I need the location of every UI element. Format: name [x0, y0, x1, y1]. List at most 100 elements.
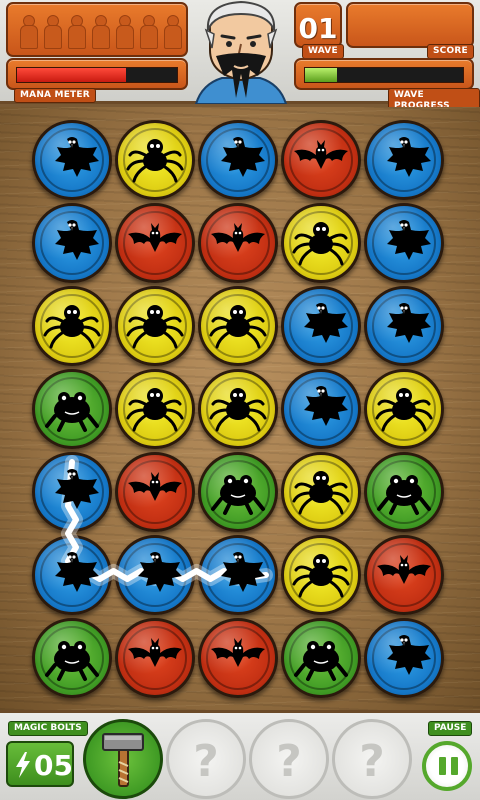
question-mark-icon: ?	[359, 736, 385, 787]
spider-icon	[126, 305, 184, 349]
frog-icon	[294, 641, 348, 681]
blue-crow-orb[interactable]	[32, 120, 112, 200]
frog-icon	[211, 475, 265, 515]
blue-crow-orb[interactable]	[281, 369, 361, 449]
blue-crow-orb[interactable]	[364, 286, 444, 366]
mana-meter	[6, 58, 188, 90]
magic-bolts-counter[interactable]: 05	[6, 741, 74, 787]
life-token-icon	[140, 15, 158, 49]
bat-icon	[377, 555, 431, 584]
frog-icon	[45, 392, 99, 432]
spider-icon	[126, 388, 184, 432]
hammer-powerup-button[interactable]	[83, 719, 163, 799]
hud: MANA METER 01 WAVE SCORE WAVE PROGRESS	[0, 0, 480, 114]
red-bat-orb[interactable]	[115, 452, 195, 532]
life-token-icon	[68, 15, 86, 49]
hammer-icon	[102, 733, 144, 787]
blue-crow-orb[interactable]	[364, 120, 444, 200]
spider-icon	[292, 554, 350, 598]
crow-icon	[55, 220, 99, 260]
locked-powerup-slot-2[interactable]: ?	[249, 719, 329, 799]
green-frog-orb[interactable]	[32, 369, 112, 449]
life-token-icon	[92, 15, 110, 49]
pause-button[interactable]	[422, 741, 472, 791]
life-token-icon	[164, 15, 182, 49]
magic-bolts-label: MAGIC BOLTS	[8, 721, 88, 736]
footer-toolbar: MAGIC BOLTS 05 ? ? ? PAUSE	[0, 710, 480, 800]
green-frog-orb[interactable]	[281, 618, 361, 698]
question-mark-icon: ?	[193, 736, 219, 787]
green-frog-orb[interactable]	[32, 618, 112, 698]
yellow-spider-orb[interactable]	[115, 286, 195, 366]
score-label: SCORE	[427, 44, 474, 59]
crow-icon	[304, 303, 348, 343]
blue-crow-orb[interactable]	[281, 286, 361, 366]
crow-icon	[55, 552, 99, 592]
crow-icon	[387, 220, 431, 260]
bat-icon	[294, 140, 348, 169]
mana-meter-label: MANA METER	[14, 88, 96, 103]
wave-counter: 01	[294, 2, 342, 48]
yellow-spider-orb[interactable]	[198, 286, 278, 366]
question-mark-icon: ?	[276, 736, 302, 787]
yellow-spider-orb[interactable]	[198, 369, 278, 449]
yellow-spider-orb[interactable]	[281, 452, 361, 532]
locked-powerup-slot-1[interactable]: ?	[166, 719, 246, 799]
magic-bolts-count: 05	[34, 749, 73, 782]
spider-icon	[209, 305, 267, 349]
wizard-portrait-icon	[194, 0, 288, 104]
green-frog-orb[interactable]	[364, 452, 444, 532]
score-panel	[346, 2, 474, 48]
crow-icon	[55, 137, 99, 177]
bat-icon	[128, 223, 182, 252]
crow-icon	[55, 469, 99, 509]
red-bat-orb[interactable]	[115, 618, 195, 698]
blue-crow-orb[interactable]	[198, 535, 278, 615]
life-token-icon	[44, 15, 62, 49]
frog-icon	[377, 475, 431, 515]
crow-icon	[387, 137, 431, 177]
blue-crow-orb[interactable]	[198, 120, 278, 200]
red-bat-orb[interactable]	[198, 203, 278, 283]
crow-icon	[387, 635, 431, 675]
wave-progress-meter	[294, 58, 474, 90]
blue-crow-orb[interactable]	[364, 618, 444, 698]
frog-icon	[45, 641, 99, 681]
crow-icon	[138, 552, 182, 592]
blue-crow-orb[interactable]	[364, 203, 444, 283]
red-bat-orb[interactable]	[364, 535, 444, 615]
yellow-spider-orb[interactable]	[364, 369, 444, 449]
red-bat-orb[interactable]	[198, 618, 278, 698]
blue-crow-orb[interactable]	[115, 535, 195, 615]
lightning-bolt-icon	[16, 752, 30, 778]
red-bat-orb[interactable]	[281, 120, 361, 200]
yellow-spider-orb[interactable]	[115, 369, 195, 449]
spider-icon	[375, 388, 433, 432]
life-token-icon	[116, 15, 134, 49]
crow-icon	[387, 303, 431, 343]
spider-icon	[126, 139, 184, 183]
yellow-spider-orb[interactable]	[32, 286, 112, 366]
crow-icon	[221, 137, 265, 177]
blue-crow-orb[interactable]	[32, 452, 112, 532]
pause-label: PAUSE	[428, 721, 473, 736]
yellow-spider-orb[interactable]	[281, 535, 361, 615]
yellow-spider-orb[interactable]	[281, 203, 361, 283]
blue-crow-orb[interactable]	[32, 535, 112, 615]
wave-label: WAVE	[302, 44, 344, 59]
locked-powerup-slot-3[interactable]: ?	[332, 719, 412, 799]
spider-icon	[209, 388, 267, 432]
yellow-spider-orb[interactable]	[115, 120, 195, 200]
wave-progress-fill	[305, 68, 337, 82]
spider-icon	[292, 471, 350, 515]
green-frog-orb[interactable]	[198, 452, 278, 532]
bat-icon	[128, 472, 182, 501]
life-token-icon	[20, 15, 38, 49]
crow-icon	[304, 386, 348, 426]
spider-icon	[292, 222, 350, 266]
red-bat-orb[interactable]	[115, 203, 195, 283]
wave-progress-track	[304, 67, 464, 83]
bat-icon	[128, 638, 182, 667]
bat-icon	[211, 638, 265, 667]
blue-crow-orb[interactable]	[32, 203, 112, 283]
